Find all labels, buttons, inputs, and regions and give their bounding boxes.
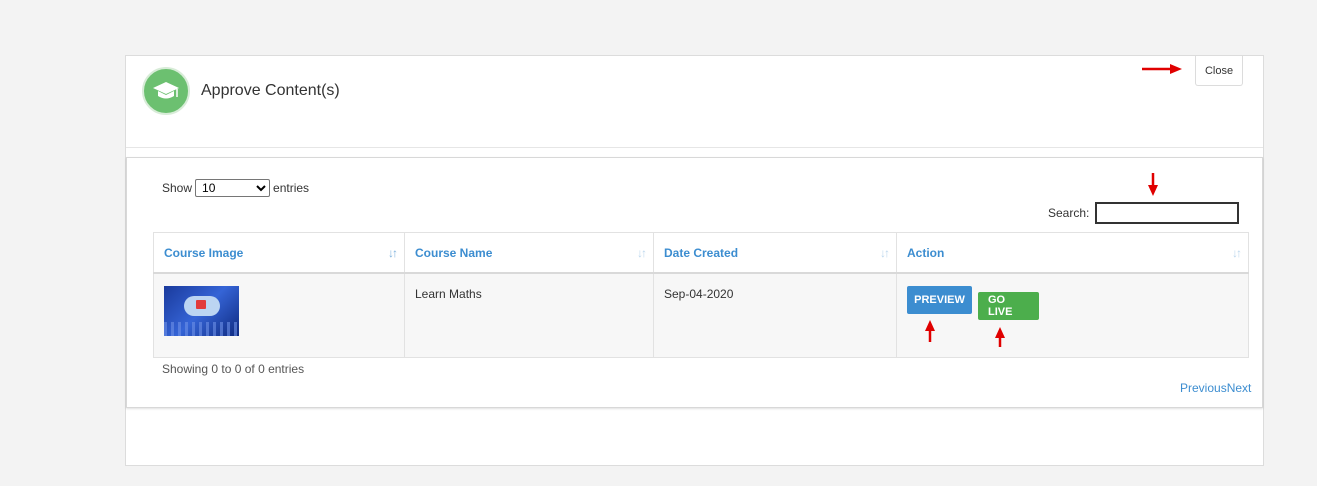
pagination: PreviousNext [1180, 381, 1251, 395]
graduation-cap-icon [142, 67, 190, 115]
annotation-arrow-up-icon [925, 320, 935, 342]
column-header-date-created[interactable]: Date Created ↓↑ [653, 232, 897, 274]
modal-header: Approve Content(s) Close [126, 56, 1263, 148]
course-thumbnail [164, 286, 239, 336]
annotation-arrow-right-icon [1142, 64, 1182, 74]
sort-icon: ↓↑ [637, 246, 647, 260]
show-label: Show [162, 181, 193, 195]
modal-title: Approve Content(s) [201, 82, 340, 99]
go-live-button[interactable]: GO LIVE [978, 292, 1039, 320]
page-size-control: Show 10 entries [162, 179, 309, 197]
date-created-cell: Sep-04-2020 [653, 272, 897, 358]
page-size-select[interactable]: 10 [195, 179, 271, 197]
sort-icon: ↓↑ [388, 246, 398, 260]
search-input[interactable] [1095, 202, 1240, 224]
next-page-link[interactable]: Next [1227, 381, 1252, 395]
annotation-arrow-up-icon [995, 327, 1005, 347]
sort-icon: ↓↑ [880, 246, 890, 260]
search-label: Search: [1048, 206, 1090, 220]
table-header-row: Course Image ↓↑ Course Name ↓↑ Date Crea… [153, 232, 1249, 274]
entries-label: entries [273, 181, 310, 195]
table-row: Learn Maths Sep-04-2020 PREVIEW GO LIVE [153, 272, 1249, 358]
course-name-cell: Learn Maths [404, 272, 654, 358]
sort-icon: ↓↑ [1232, 246, 1242, 260]
preview-button[interactable]: PREVIEW [907, 286, 972, 314]
column-header-course-name[interactable]: Course Name ↓↑ [404, 232, 654, 274]
action-cell: PREVIEW GO LIVE [896, 272, 1249, 358]
column-header-action[interactable]: Action ↓↑ [896, 232, 1249, 274]
previous-page-link[interactable]: Previous [1180, 381, 1227, 395]
close-button[interactable]: Close [1195, 56, 1243, 86]
annotation-arrow-down-icon [1148, 173, 1158, 196]
approve-content-modal: Approve Content(s) Close Show 10 entries… [125, 55, 1264, 466]
column-header-course-image[interactable]: Course Image ↓↑ [153, 232, 405, 274]
course-image-cell [153, 272, 405, 358]
content-table: Course Image ↓↑ Course Name ↓↑ Date Crea… [153, 232, 1249, 358]
search-control: Search: [1048, 202, 1240, 224]
content-table-panel: Show 10 entries Search: Course Image ↓↑ [126, 157, 1263, 408]
table-info: Showing 0 to 0 of 0 entries [162, 362, 305, 376]
